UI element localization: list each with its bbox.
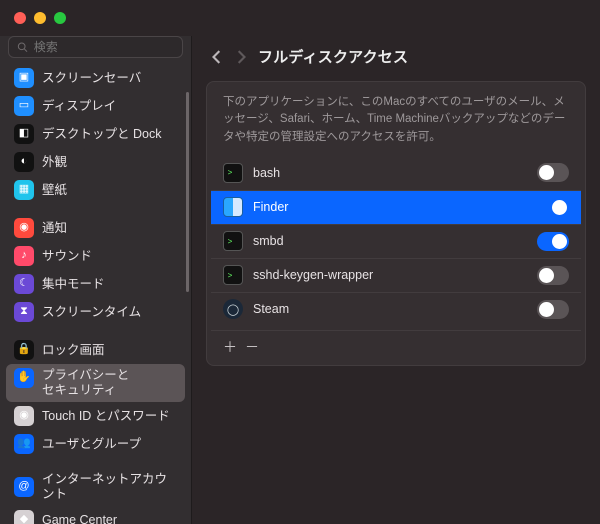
- window-minimize-button[interactable]: [34, 12, 46, 24]
- window-zoom-button[interactable]: [54, 12, 66, 24]
- sidebar-item[interactable]: ⧗ スクリーンタイム: [6, 298, 185, 326]
- remove-app-button[interactable]: －: [241, 337, 263, 357]
- users-icon: 👥: [14, 434, 34, 454]
- app-access-toggle[interactable]: [537, 232, 569, 251]
- sidebar-item[interactable]: 🔒 ロック画面: [6, 336, 185, 364]
- sidebar-item-label: 集中モード: [42, 277, 105, 292]
- app-access-toggle[interactable]: [537, 300, 569, 319]
- sidebar-item-label: 通知: [42, 221, 67, 236]
- sidebar-item-label: ディスプレイ: [42, 99, 116, 114]
- lock-icon: 🔒: [14, 340, 34, 360]
- touchid-icon: ◉: [14, 406, 34, 426]
- sidebar-item[interactable]: @ インターネットアカウント: [6, 468, 185, 506]
- search-icon: [17, 41, 28, 53]
- app-name-label: Finder: [253, 200, 527, 214]
- sidebar-item-label: スクリーンタイム: [42, 305, 141, 320]
- screentime-icon: ⧗: [14, 302, 34, 322]
- sidebar-list: ▣ スクリーンセーバ ▭ ディスプレイ ◧ デスクトップと Dock ◐ 外観 ▦ 壁紙 ◉ 通知 ♪ サ…: [0, 64, 191, 524]
- sidebar-item-label: スクリーンセーバ: [42, 71, 141, 86]
- full-disk-access-panel: 下のアプリケーションに、このMacのすべてのユーザのメール、メッセージ、Safa…: [206, 81, 586, 366]
- privacy-icon: ✋: [14, 368, 34, 388]
- app-row[interactable]: bash: [211, 156, 581, 190]
- sidebar-item-label: サウンド: [42, 249, 92, 264]
- sidebar-item[interactable]: 👥 ユーザとグループ: [6, 430, 185, 458]
- wallpaper-icon: ▦: [14, 180, 34, 200]
- app-name-label: sshd-keygen-wrapper: [253, 268, 527, 282]
- sidebar-item[interactable]: ♪ サウンド: [6, 242, 185, 270]
- sidebar-item[interactable]: ▣ スクリーンセーバ: [6, 64, 185, 92]
- nav-back-button[interactable]: [210, 50, 224, 64]
- dock-icon: ◧: [14, 124, 34, 144]
- sidebar-item[interactable]: ◉ 通知: [6, 214, 185, 242]
- search-field[interactable]: [8, 36, 183, 58]
- app-name-label: Steam: [253, 302, 527, 316]
- sidebar-item[interactable]: ◉ Touch ID とパスワード: [6, 402, 185, 430]
- terminal-icon: [223, 265, 243, 285]
- app-access-toggle[interactable]: [537, 163, 569, 182]
- terminal-icon: [223, 163, 243, 183]
- app-name-label: smbd: [253, 234, 527, 248]
- sidebar-item[interactable]: ◧ デスクトップと Dock: [6, 120, 185, 148]
- sidebar-item[interactable]: ☾ 集中モード: [6, 270, 185, 298]
- sidebar-item-label: デスクトップと Dock: [42, 127, 161, 142]
- steam-icon: ◯: [223, 299, 243, 319]
- sidebar-item-label: Touch ID とパスワード: [42, 409, 170, 424]
- content-header: フルディスクアクセス: [192, 36, 600, 81]
- sidebar-item[interactable]: ▦ 壁紙: [6, 176, 185, 204]
- sidebar-item-label: ユーザとグループ: [42, 437, 141, 452]
- focus-icon: ☾: [14, 274, 34, 294]
- list-edit-toolbar: ＋ －: [211, 330, 581, 359]
- sound-icon: ♪: [14, 246, 34, 266]
- app-row[interactable]: ◯ Steam: [211, 292, 581, 326]
- app-access-toggle[interactable]: [537, 198, 569, 217]
- panel-description: 下のアプリケーションに、このMacのすべてのユーザのメール、メッセージ、Safa…: [211, 92, 581, 156]
- app-row[interactable]: smbd: [211, 224, 581, 258]
- gamecenter-icon: ◆: [14, 510, 34, 524]
- sidebar-item-label: ロック画面: [42, 343, 105, 358]
- sidebar: ▣ スクリーンセーバ ▭ ディスプレイ ◧ デスクトップと Dock ◐ 外観 ▦ 壁紙 ◉ 通知 ♪ サ…: [0, 36, 192, 524]
- page-title: フルディスクアクセス: [258, 46, 408, 67]
- notification-icon: ◉: [14, 218, 34, 238]
- window-titlebar: [0, 0, 600, 36]
- screensaver-icon: ▣: [14, 68, 34, 88]
- app-row[interactable]: sshd-keygen-wrapper: [211, 258, 581, 292]
- sidebar-item[interactable]: ▭ ディスプレイ: [6, 92, 185, 120]
- app-name-label: bash: [253, 166, 527, 180]
- finder-icon: [223, 197, 243, 217]
- sidebar-item-label: プライバシーと セキュリティ: [42, 368, 129, 398]
- sidebar-item-label: Game Center: [42, 513, 117, 524]
- sidebar-item[interactable]: ✋ プライバシーと セキュリティ: [6, 364, 185, 402]
- display-icon: ▭: [14, 96, 34, 116]
- app-row[interactable]: Finder: [211, 190, 581, 224]
- window-close-button[interactable]: [14, 12, 26, 24]
- add-app-button[interactable]: ＋: [219, 337, 241, 357]
- internet-icon: @: [14, 477, 34, 497]
- sidebar-item-label: 壁紙: [42, 183, 67, 198]
- sidebar-item-label: 外観: [42, 155, 67, 170]
- terminal-icon: [223, 231, 243, 251]
- app-list: bash Finder smbd sshd-keygen-wrapper ◯ Steam: [211, 156, 581, 326]
- app-access-toggle[interactable]: [537, 266, 569, 285]
- content-pane: フルディスクアクセス 下のアプリケーションに、このMacのすべてのユーザのメール…: [192, 36, 600, 524]
- sidebar-scrollbar[interactable]: [186, 92, 189, 292]
- sidebar-item[interactable]: ◐ 外観: [6, 148, 185, 176]
- sidebar-item[interactable]: ◆ Game Center: [6, 506, 185, 524]
- search-input[interactable]: [34, 40, 174, 54]
- appearance-icon: ◐: [14, 152, 34, 172]
- nav-forward-button[interactable]: [234, 50, 248, 64]
- sidebar-item-label: インターネットアカウント: [42, 472, 177, 502]
